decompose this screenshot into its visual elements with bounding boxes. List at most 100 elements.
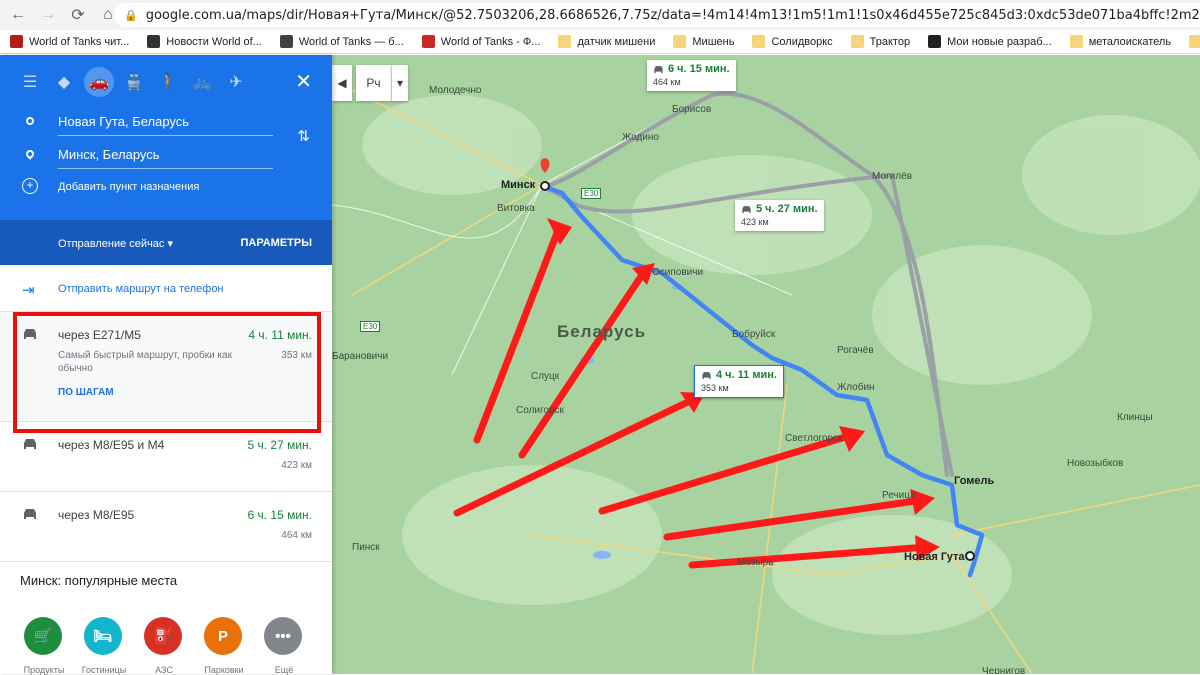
map-type-label[interactable]: Рч [356, 65, 392, 101]
city-baranovichi: Барановичи [332, 351, 389, 362]
bookmark-item[interactable]: World of Tanks - Ф... [421, 35, 540, 48]
folder-icon [850, 35, 864, 48]
swap-icon[interactable]: ⇅ [297, 127, 310, 145]
poi-icon: P [204, 617, 242, 655]
collapse-panel-button[interactable]: ◀ [332, 65, 352, 101]
bookmark-label: Трактор [869, 35, 911, 48]
poi-button[interactable]: P Парковки [204, 617, 244, 675]
best-route-icon[interactable]: ◆ [50, 68, 78, 96]
bookmark-label: World of Tanks — б... [298, 35, 404, 48]
menu-icon[interactable]: ☰ [16, 68, 44, 96]
origin-dot-icon [26, 117, 34, 125]
folder-icon [673, 35, 687, 48]
poi-button[interactable]: ••• Ещё [264, 617, 304, 675]
browser-toolbar: ← → ⟳ ⌂ 🔒 google.com.ua/maps/dir/Новая+Г… [0, 0, 1200, 30]
poi-icon: 🛒 [24, 617, 62, 655]
car-mode-icon[interactable]: 🚗 [84, 67, 114, 97]
route-time: 5 ч. 27 мин. [247, 438, 312, 452]
departure-select[interactable]: Отправление сейчас ▾ [58, 237, 173, 250]
route-card-3[interactable]: 6 ч. 15 мин. 464 км [647, 60, 736, 91]
departure-bar: Отправление сейчас ▾ ПАРАМЕТРЫ [0, 220, 332, 265]
shield-icon [279, 35, 293, 48]
city-rechitsa: Речица [882, 490, 916, 501]
bookmark-label: Мишень [692, 35, 735, 48]
city-mozyr: Мозырь [737, 557, 774, 568]
map-canvas[interactable]: ◀ Рч ▾ Беларусь Минск Гомель Новая Гута … [332, 55, 1200, 674]
bookmark-item[interactable]: Мои новые разраб... [928, 35, 1052, 48]
route-option-3[interactable]: через M8/E95 6 ч. 15 мин. 464 км [0, 492, 332, 562]
folder-icon [752, 35, 766, 48]
bike-mode-icon[interactable]: 🚲 [188, 68, 216, 96]
city-zhodino: Жодино [622, 132, 659, 143]
route-distance: 423 км [281, 460, 312, 471]
poi-button[interactable]: 🛒 Продукты [24, 617, 64, 675]
minsk-marker-icon[interactable] [540, 181, 550, 191]
destination-pin-icon[interactable] [540, 158, 550, 173]
car-icon [24, 509, 36, 519]
poi-button[interactable]: ⛽ АЗС [144, 617, 184, 675]
city-gomel[interactable]: Гомель [954, 475, 994, 487]
route-distance: 464 км [281, 530, 312, 541]
forward-icon[interactable]: → [36, 3, 60, 27]
params-button[interactable]: ПАРАМЕТРЫ [241, 237, 313, 249]
highlight-box [13, 312, 321, 433]
folder-icon [558, 35, 572, 48]
destination-input[interactable]: Минск, Беларусь [58, 147, 273, 169]
folder-icon [1069, 35, 1083, 48]
address-bar[interactable]: 🔒 google.com.ua/maps/dir/Новая+Гута/Минс… [114, 3, 1200, 27]
bookmark-label: Новости World of... [166, 35, 262, 48]
route-name: через M8/E95 [58, 508, 135, 522]
route-name: через M8/E95 и M4 [58, 438, 165, 452]
city-rogachev: Рогачёв [837, 345, 874, 356]
poi-icon: ••• [264, 617, 302, 655]
transit-mode-icon[interactable]: 🚆 [120, 68, 148, 96]
close-icon[interactable]: ✕ [295, 69, 312, 94]
directions-header: ☰ ◆ 🚗 🚆 🚶 🚲 ✈ ✕ Новая Гута, Беларусь Мин… [0, 55, 332, 220]
road-e30-west: E30 [360, 321, 381, 332]
lock-icon: 🔒 [124, 8, 138, 22]
back-icon[interactable]: ← [6, 3, 30, 27]
gun-icon [928, 35, 942, 48]
bookmark-item[interactable]: металоискатель [1069, 35, 1171, 48]
bookmark-item[interactable]: World of Tanks — б... [279, 35, 404, 48]
folder-icon [1189, 35, 1200, 48]
bookmark-item[interactable]: Мишень [673, 35, 734, 48]
city-novaya-guta[interactable]: Новая Гута [904, 551, 964, 563]
city-novozybkov: Новозыбков [1067, 458, 1124, 469]
phone-icon: ⇥ [22, 282, 35, 299]
send-to-phone[interactable]: ⇥ Отправить маршрут на телефон [0, 265, 332, 312]
city-molodechno: Молодечно [429, 85, 482, 96]
city-soligorsk: Солигорск [516, 405, 564, 416]
poi-icon: ⛽ [144, 617, 182, 655]
bookmark-item[interactable]: Трактор [850, 35, 911, 48]
bookmark-item[interactable]: Солидворкс [752, 35, 833, 48]
reload-icon[interactable]: ⟳ [66, 3, 90, 27]
walk-mode-icon[interactable]: 🚶 [154, 68, 182, 96]
url-text: google.com.ua/maps/dir/Новая+Гута/Минск/… [145, 7, 1200, 23]
origin-marker-icon[interactable] [965, 551, 975, 561]
wot-icon [10, 35, 23, 48]
bookmarks-bar: World of Tanks чит... Новости World of...… [0, 30, 1200, 54]
car-icon [24, 439, 36, 449]
bookmark-item[interactable]: датчик мишени [558, 35, 655, 48]
destination-pin-icon [24, 148, 36, 160]
origin-input[interactable]: Новая Гута, Беларусь [58, 114, 273, 136]
add-destination-link[interactable]: Добавить пункт назначения [58, 181, 199, 193]
route-card-1[interactable]: 4 ч. 11 мин. 353 км [694, 365, 784, 398]
route-card-2[interactable]: 5 ч. 27 мин. 423 км [735, 200, 824, 231]
map-type-dropdown-icon[interactable]: ▾ [392, 65, 408, 101]
city-vitovka: Витовка [497, 203, 535, 214]
bookmark-label: Мои новые разраб... [947, 35, 1052, 48]
city-bobruisk: Бобруйск [732, 329, 776, 340]
flight-mode-icon[interactable]: ✈ [222, 68, 250, 96]
bookmark-label: World of Tanks чит... [29, 35, 130, 48]
bookmark-item[interactable]: World of Tanks чит... [10, 35, 129, 48]
poi-button[interactable]: 🛏 Гостиницы [82, 617, 126, 675]
bookmark-item[interactable]: Новости World of... [147, 35, 262, 48]
city-slutsk: Слуцк [531, 371, 560, 382]
add-icon[interactable]: + [22, 178, 38, 194]
city-minsk[interactable]: Минск [501, 179, 535, 191]
city-osipovichi: Осиповичи [652, 267, 704, 278]
bookmark-item[interactable]: 1 покупка ардуино [1189, 35, 1200, 48]
city-chernigov: Чернигов [982, 666, 1026, 674]
